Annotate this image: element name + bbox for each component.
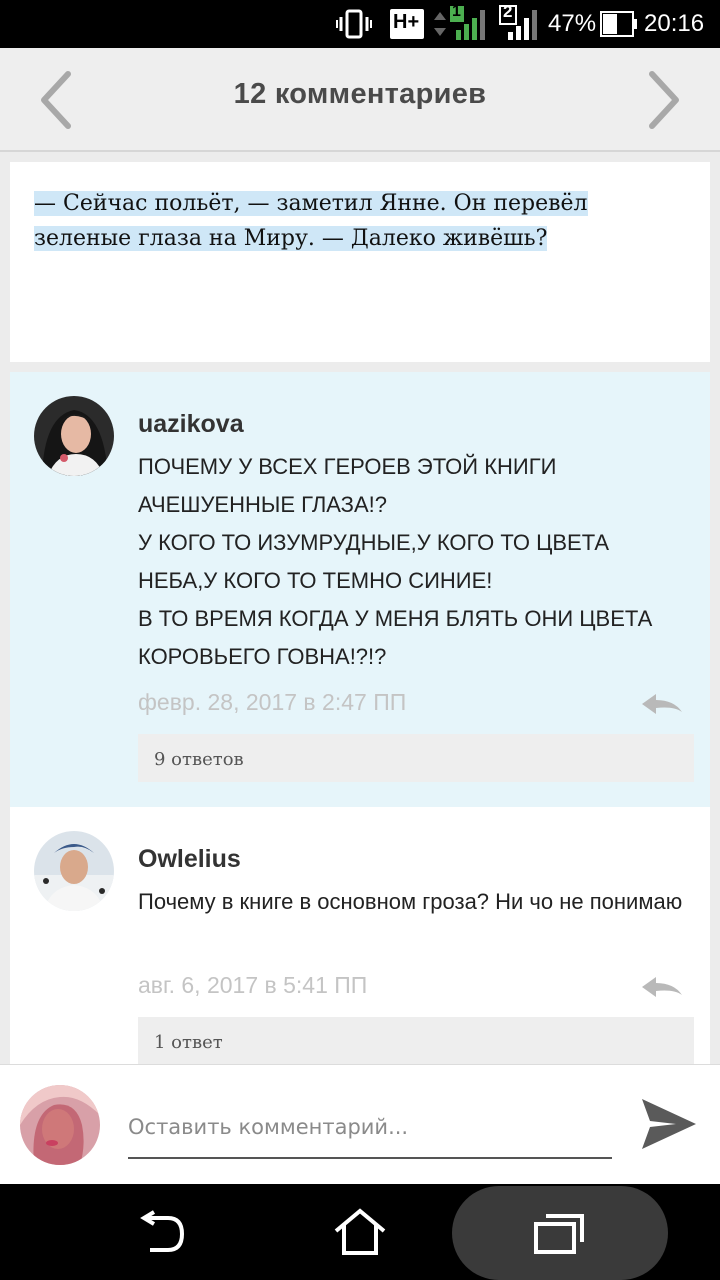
comment-username[interactable]: uazikova <box>138 410 244 439</box>
replies-button[interactable]: 1 ответ <box>138 1017 694 1064</box>
quoted-passage[interactable]: — Сейчас польёт, — заметил Янне. Он пере… <box>34 186 660 256</box>
network-type-label: H+ <box>393 11 420 33</box>
comment-item: Owlelius Почему в книге в основном гроза… <box>10 807 710 1064</box>
reply-icon[interactable] <box>640 692 684 716</box>
signal-sim2-icon: 2 <box>498 0 538 48</box>
back-icon[interactable] <box>100 1184 220 1280</box>
comments-list[interactable]: uazikova ПОЧЕМУ У ВСЕХ ГЕРОЕВ ЭТОЙ КНИГИ… <box>10 372 710 1064</box>
comment-timestamp: авг. 6, 2017 в 5:41 ПП <box>138 972 368 998</box>
replies-button[interactable]: 9 ответов <box>138 734 694 782</box>
avatar[interactable] <box>34 396 114 476</box>
comment-username[interactable]: Owlelius <box>138 845 241 874</box>
quote-card: — Сейчас польёт, — заметил Янне. Он пере… <box>10 162 710 362</box>
avatar[interactable] <box>34 831 114 911</box>
recent-apps-icon[interactable] <box>500 1184 620 1280</box>
system-navigation-bar <box>0 1184 720 1280</box>
battery-percent: 47% <box>548 10 597 37</box>
sim1-label: 1 <box>452 3 461 20</box>
comment-item: uazikova ПОЧЕМУ У ВСЕХ ГЕРОЕВ ЭТОЙ КНИГИ… <box>10 372 710 807</box>
reply-icon[interactable] <box>640 975 684 999</box>
status-bar: H+ 1 2 47% 20:16 <box>0 0 720 48</box>
comment-input[interactable] <box>128 1105 612 1159</box>
comment-composer <box>0 1064 720 1184</box>
sim2-label: 2 <box>503 2 513 21</box>
app-header: 12 комментариев <box>0 48 720 152</box>
comment-timestamp: февр. 28, 2017 в 2:47 ПП <box>138 689 407 715</box>
clock: 20:16 <box>644 10 705 37</box>
vibrate-icon <box>336 0 372 48</box>
comment-text: Почему в книге в основном гроза? Ни чо н… <box>138 889 683 914</box>
signal-sim1-icon: 1 <box>430 0 488 48</box>
network-h-plus-icon: H+ <box>390 0 424 48</box>
home-icon[interactable] <box>300 1184 420 1280</box>
chevron-right-icon[interactable] <box>644 70 684 130</box>
send-icon[interactable] <box>640 1097 698 1151</box>
battery-icon <box>600 0 638 48</box>
page-title: 12 комментариев <box>233 78 487 110</box>
avatar <box>20 1085 100 1165</box>
quote-highlight: — Сейчас польёт, — заметил Янне. Он пере… <box>34 191 588 251</box>
comment-text: ПОЧЕМУ У ВСЕХ ГЕРОЕВ ЭТОЙ КНИГИ АЧЕШУЕНН… <box>138 454 653 669</box>
